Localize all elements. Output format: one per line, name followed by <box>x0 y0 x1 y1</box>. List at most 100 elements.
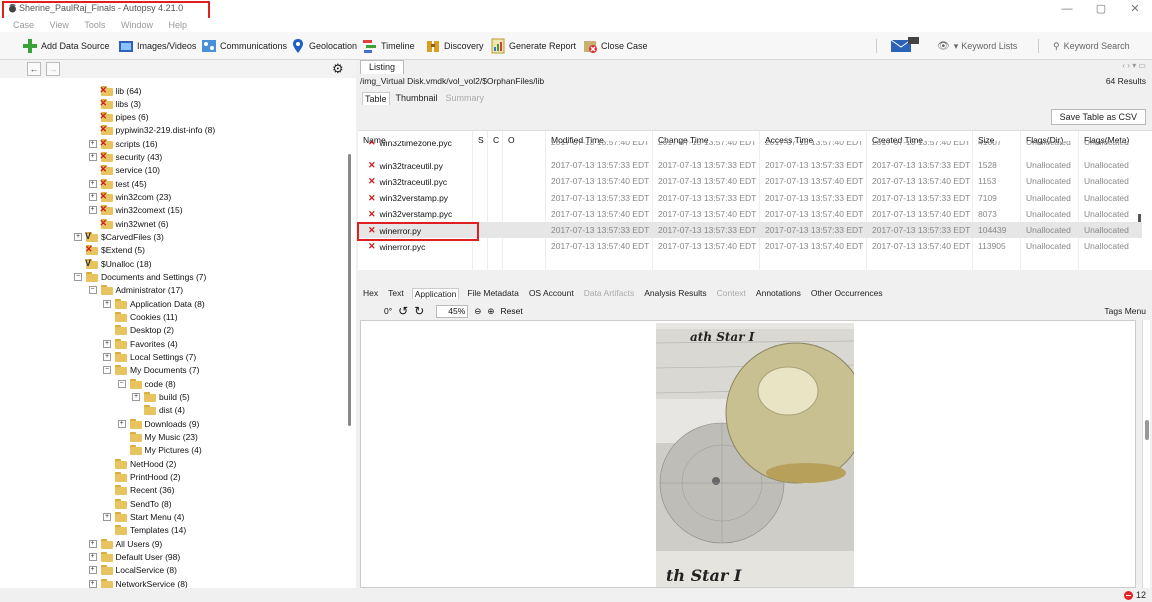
tab-annotations[interactable]: Annotations <box>754 288 803 298</box>
menu-case[interactable]: Case <box>13 18 34 32</box>
table-row[interactable]: ✕ win32verstamp.py 2017-07-13 13:57:33 EDT… <box>358 190 1142 206</box>
tab-application[interactable]: Application <box>411 287 460 299</box>
tree-node[interactable]: V $Unalloc (18) <box>74 257 152 270</box>
tree-node[interactable]: − Documents and Settings (7) <box>74 271 206 284</box>
tree-node[interactable]: − code (8) <box>117 377 176 390</box>
viewer-scrollbar[interactable] <box>1142 320 1150 588</box>
tree-node[interactable]: ✕ pipes (6) <box>89 111 149 124</box>
tab-data-artifacts[interactable]: Data Artifacts <box>582 288 637 298</box>
close-case-button[interactable]: Close Case <box>582 37 648 55</box>
tree-node[interactable]: ✕ pypiwin32-219.dist-info (8) <box>89 124 215 137</box>
table-row[interactable]: ✕ win32timezone.pyc 2017-07-13 13:57:40 ED… <box>358 141 1142 150</box>
tab-context[interactable]: Context <box>715 288 748 298</box>
timeline-button[interactable]: Timeline <box>362 37 415 55</box>
table-vscroll-thumb[interactable] <box>1138 214 1141 222</box>
tree-node[interactable]: + V $CarvedFiles (3) <box>74 231 164 244</box>
tab-file-metadata[interactable]: File Metadata <box>465 288 521 298</box>
table-row[interactable]: ✕ win32traceutil.py 2017-07-13 13:57:33 ED… <box>358 157 1142 173</box>
tree-node[interactable]: + Downloads (9) <box>117 417 199 430</box>
tree-scrollbar[interactable] <box>348 154 351 426</box>
tree-node[interactable]: − My Documents (7) <box>103 364 199 377</box>
tags-menu-button[interactable]: Tags Menu <box>1104 306 1146 316</box>
keyword-search-field[interactable]: ⚲ Keyword Search <box>1053 38 1130 54</box>
tree-node[interactable]: + Favorites (4) <box>103 337 178 350</box>
tree-node[interactable]: − Administrator (17) <box>88 284 183 297</box>
tree-node[interactable]: My Music (23) <box>118 431 198 444</box>
tree-node[interactable]: My Pictures (4) <box>118 444 202 457</box>
tree-node[interactable]: Cookies (11) <box>103 311 178 324</box>
collapse-icon[interactable]: − <box>74 273 82 282</box>
expand-icon[interactable]: + <box>88 579 97 588</box>
tree-node[interactable]: + ✕ test (45) <box>88 177 147 190</box>
tab-other-occurrences[interactable]: Other Occurrences <box>809 288 885 298</box>
tree-node[interactable]: + ✕ security (43) <box>88 151 162 164</box>
generate-report-button[interactable]: Generate Report <box>490 37 576 55</box>
menu-window[interactable]: Window <box>121 18 153 32</box>
zoom-in-icon[interactable]: ⊕ <box>487 306 494 317</box>
reset-button[interactable]: Reset <box>501 306 523 316</box>
tab-listing[interactable]: Listing <box>360 60 405 74</box>
geolocation-button[interactable]: Geolocation <box>290 37 357 55</box>
tree-node[interactable]: + ✕ scripts (16) <box>88 137 158 150</box>
tree-node[interactable]: ✕ service (10) <box>89 164 160 177</box>
viewer-scroll-thumb[interactable] <box>1145 420 1149 440</box>
expand-icon[interactable]: + <box>88 539 97 548</box>
tab-analysis-results[interactable]: Analysis Results <box>642 288 708 298</box>
rotate-left-icon[interactable]: ↺ <box>398 304 408 318</box>
expand-icon[interactable]: + <box>103 513 111 522</box>
tree-node[interactable]: Desktop (2) <box>103 324 174 337</box>
communications-button[interactable]: Communications <box>201 37 287 55</box>
tab-text[interactable]: Text <box>386 288 406 298</box>
tab-hex[interactable]: Hex <box>361 288 380 298</box>
keyword-lists-button[interactable]: 👁 ▾ Keyword Lists <box>937 38 1017 54</box>
forward-arrow-icon[interactable]: → <box>46 62 60 76</box>
tree-node[interactable]: ✕ libs (3) <box>89 97 141 110</box>
tree-node[interactable]: + ✕ win32com (23) <box>88 191 171 204</box>
tree-node[interactable]: PrintHood (2) <box>103 471 181 484</box>
tree-node[interactable]: Recent (36) <box>103 484 174 497</box>
add-data-source-button[interactable]: Add Data Source <box>22 37 110 55</box>
images-videos-button[interactable]: Images/Videos <box>118 37 196 55</box>
expand-icon[interactable]: + <box>88 566 97 575</box>
save-table-csv-button[interactable]: Save Table as CSV <box>1050 109 1146 125</box>
tree-node[interactable]: + All Users (9) <box>88 537 162 550</box>
tree-node[interactable]: + Start Menu (4) <box>103 511 184 524</box>
expand-icon[interactable]: + <box>103 339 111 348</box>
tree-node[interactable]: + Default User (98) <box>88 551 180 564</box>
expand-icon[interactable]: + <box>88 153 97 162</box>
tree-node[interactable]: + build (5) <box>132 391 190 404</box>
table-row[interactable]: ✕ win32traceutil.pyc 2017-07-13 13:57:40 E… <box>358 173 1142 189</box>
close-icon[interactable]: ✕ <box>1118 0 1152 18</box>
zoom-level-field[interactable]: 45% <box>436 304 469 318</box>
tab-thumbnail[interactable]: Thumbnail <box>394 92 440 105</box>
mail-icon[interactable] <box>890 37 920 53</box>
tree-node[interactable]: ✕ win32wnet (6) <box>89 217 168 230</box>
tree-node[interactable]: dist (4) <box>132 404 185 417</box>
expand-icon[interactable]: + <box>88 179 97 188</box>
expand-icon[interactable]: + <box>88 553 97 562</box>
tree-node[interactable]: ✕ $Extend (5) <box>74 244 145 257</box>
expand-icon[interactable]: + <box>88 206 97 215</box>
expand-icon[interactable]: + <box>117 419 126 428</box>
tree-node[interactable]: + LocalService (8) <box>88 564 177 577</box>
rotate-right-icon[interactable]: ↻ <box>414 304 424 318</box>
tree-node[interactable]: NetHood (2) <box>103 457 176 470</box>
back-arrow-icon[interactable]: ← <box>27 62 41 76</box>
expand-icon[interactable]: + <box>88 193 97 202</box>
expand-icon[interactable]: + <box>74 233 82 242</box>
gear-icon[interactable]: ⚙ <box>332 61 344 77</box>
tree-node[interactable]: + ✕ win32comext (15) <box>88 204 183 217</box>
expand-icon[interactable]: + <box>103 299 111 308</box>
menu-help[interactable]: Help <box>168 18 187 32</box>
maximize-icon[interactable]: ▢ <box>1084 0 1118 18</box>
menu-view[interactable]: View <box>50 18 69 32</box>
tree-node[interactable]: + Application Data (8) <box>103 297 205 310</box>
minimize-icon[interactable]: — <box>1050 0 1084 18</box>
zoom-out-icon[interactable]: ⊖ <box>474 306 481 317</box>
tree-node[interactable]: Templates (14) <box>103 524 186 537</box>
table-row[interactable]: ✕ win32verstamp.pyc 2017-07-13 13:57:40 ED… <box>358 206 1142 222</box>
tab-summary[interactable]: Summary <box>444 92 487 105</box>
expand-icon[interactable]: + <box>88 139 97 148</box>
collapse-icon[interactable]: − <box>88 286 97 295</box>
expand-icon[interactable]: + <box>132 393 140 402</box>
